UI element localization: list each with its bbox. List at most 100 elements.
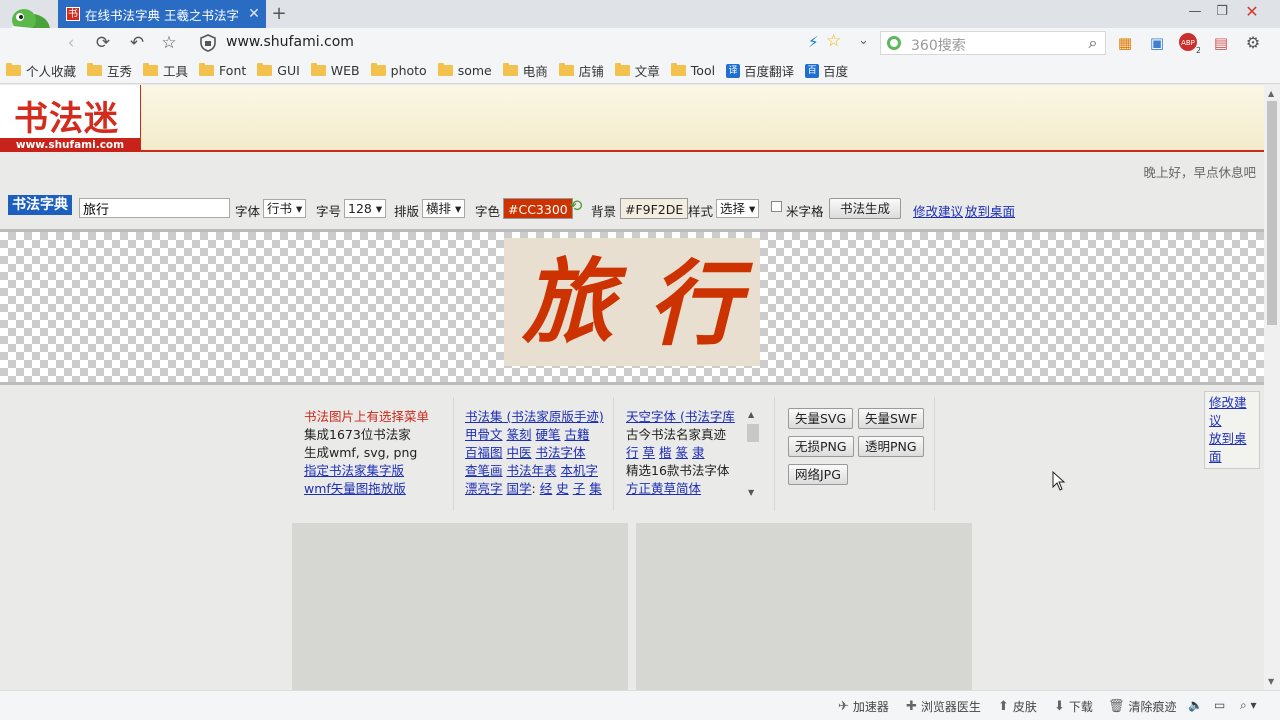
style-select[interactable]: 选择 ▾ <box>716 199 760 218</box>
accelerator-button[interactable]: ✈ 加速器 <box>838 698 889 715</box>
text-input[interactable] <box>79 198 230 218</box>
layout-select[interactable]: 横排 ▾ <box>422 199 466 218</box>
export-button[interactable]: 透明PNG <box>858 436 924 457</box>
info-link[interactable]: 甲骨文 <box>465 427 503 442</box>
skin-icon: ⬆ <box>998 699 1009 714</box>
adblock-icon[interactable]: ABP 2 <box>1178 32 1201 55</box>
page-scrollbar[interactable]: ▲ ▼ <box>1264 85 1280 690</box>
info-link[interactable]: 方正黄草简体 <box>626 481 701 496</box>
bookmark-item[interactable]: 文章 <box>614 61 660 80</box>
info-link[interactable]: 国学 <box>507 481 532 496</box>
suggest-link[interactable]: 修改建议 <box>913 201 963 220</box>
window-icon[interactable]: ▭ <box>1214 698 1225 712</box>
info-link[interactable]: 子 <box>573 481 586 496</box>
info-link[interactable]: 书法集 (书法家原版手迹) <box>465 409 604 424</box>
background-color-input[interactable]: #F9F2DE <box>620 198 689 219</box>
export-button[interactable]: 矢量SWF <box>858 408 925 429</box>
bookmark-item[interactable]: 互秀 <box>87 61 132 80</box>
search-box[interactable]: 360搜索 <box>880 31 1106 55</box>
bookmark-item[interactable]: 译百度翻译 <box>726 61 794 80</box>
minimize-button[interactable]: — <box>1183 2 1207 22</box>
info-link[interactable]: 史 <box>556 481 569 496</box>
settings-gear-icon[interactable]: ⚙ <box>1242 32 1264 54</box>
info-link[interactable]: 硬笔 <box>536 427 561 442</box>
info-link[interactable]: 天空字体 (书法字库 <box>626 409 735 424</box>
bookmark-item[interactable]: Font <box>199 63 246 78</box>
search-icon[interactable]: ⌕ <box>1082 32 1104 54</box>
page-scroll-thumb[interactable] <box>1267 101 1277 325</box>
scroll-thumb[interactable] <box>747 424 759 442</box>
restore-button[interactable]: ❐ <box>1210 2 1234 22</box>
browser-doctor-button[interactable]: ✚ 浏览器医生 <box>906 698 981 715</box>
ad-placeholder-right <box>636 523 972 690</box>
ink-color-input[interactable]: #CC3300 <box>503 198 573 219</box>
refresh-icon[interactable]: ⟳ <box>92 32 114 54</box>
grid-checkbox[interactable] <box>771 201 782 212</box>
info-link[interactable]: 楷 <box>659 445 672 460</box>
lightning-icon[interactable]: ⚡ <box>808 33 819 51</box>
export-button[interactable]: 网络JPG <box>788 464 848 485</box>
bookmark-item[interactable]: Tool <box>670 63 715 78</box>
info-line[interactable]: 指定书法家集字版 <box>304 462 454 480</box>
info-link[interactable]: 篆刻 <box>507 427 532 442</box>
info-link[interactable]: 查笔画 <box>465 463 503 478</box>
extension-icon[interactable]: ▤ <box>1210 32 1232 54</box>
export-button[interactable]: 无损PNG <box>788 436 854 457</box>
info-link[interactable]: 集 <box>589 481 602 496</box>
info-link[interactable]: 百福图 <box>465 445 503 460</box>
star-bookmark-icon[interactable]: ☆ <box>826 31 841 51</box>
info-line[interactable]: wmf矢量图拖放版 <box>304 480 454 498</box>
font-select[interactable]: 行书 ▾ <box>263 199 307 218</box>
bookmark-item[interactable]: 百百度 <box>805 61 848 80</box>
info-link[interactable]: 篆 <box>676 445 689 460</box>
info-link[interactable]: 隶 <box>692 445 705 460</box>
info-link[interactable]: 本机字 <box>561 463 599 478</box>
site-logo[interactable]: 书法迷 www.shufami.com <box>0 85 141 152</box>
float-desktop-link[interactable]: 放到桌面 <box>1209 430 1255 466</box>
size-select[interactable]: 128 ▾ <box>344 199 387 218</box>
skin-button[interactable]: ⬆ 皮肤 <box>998 698 1037 715</box>
address-bar[interactable]: www.shufami.com ⚡ ☆ ⌄ <box>194 31 878 55</box>
info-link[interactable]: 书法字体 <box>536 445 586 460</box>
bookmark-item[interactable]: 电商 <box>502 61 548 80</box>
bookmark-item[interactable]: photo <box>370 63 427 78</box>
scroll-up-icon[interactable]: ▲ <box>1268 89 1274 98</box>
new-tab-button[interactable]: + <box>270 4 288 24</box>
back-icon[interactable]: ‹ <box>60 32 82 54</box>
generate-button[interactable]: 书法生成 <box>829 198 902 219</box>
download-button[interactable]: ⬇ 下载 <box>1054 698 1093 715</box>
bookmark-item[interactable]: WEB <box>310 63 360 78</box>
list-scrollbar[interactable]: ▲ ▼ <box>746 408 760 500</box>
info-link[interactable]: 草 <box>643 445 656 460</box>
undo-icon[interactable]: ↶ <box>126 32 148 54</box>
volume-icon[interactable]: 🔈 <box>1188 698 1203 712</box>
favorite-star-icon[interactable]: ☆ <box>158 32 180 54</box>
export-button[interactable]: 矢量SVG <box>788 408 854 429</box>
info-link[interactable]: 经 <box>540 481 553 496</box>
tab-active[interactable]: 书 在线书法字典 王羲之书法字 ✕ <box>58 0 266 28</box>
apps-grid-icon[interactable]: ▦ <box>1114 32 1136 54</box>
swap-colors-icon[interactable]: ⟲ <box>569 196 582 215</box>
tab-close-icon[interactable]: ✕ <box>246 6 262 22</box>
info-link[interactable]: 中医 <box>507 445 532 460</box>
bookmark-item[interactable]: GUI <box>257 63 300 78</box>
info-link[interactable]: 书法年表 <box>507 463 557 478</box>
bookmark-item[interactable]: some <box>437 63 492 78</box>
scroll-down-icon[interactable]: ▼ <box>1268 677 1274 686</box>
calligraphy-artwork[interactable]: 旅 行 <box>504 238 760 366</box>
scroll-up-icon[interactable]: ▲ <box>748 410 754 419</box>
clear-traces-button[interactable]: 🗑 清除痕迹 <box>1108 698 1177 715</box>
bookmark-item[interactable]: 个人收藏 <box>6 61 76 80</box>
desktop-link[interactable]: 放到桌面 <box>965 201 1015 220</box>
screenshot-icon[interactable]: ▣ <box>1146 32 1168 54</box>
info-link[interactable]: 漂亮字 <box>465 481 503 496</box>
bookmark-item[interactable]: 工具 <box>143 61 188 80</box>
zoom-icon[interactable]: ⌕ ▾ <box>1240 698 1257 713</box>
scroll-down-icon[interactable]: ▼ <box>748 488 754 497</box>
close-window-button[interactable]: ✕ <box>1240 2 1264 22</box>
info-link[interactable]: 行 <box>626 445 639 460</box>
float-suggest-link[interactable]: 修改建议 <box>1209 394 1255 430</box>
bookmark-item[interactable]: 店铺 <box>558 61 604 80</box>
chevron-down-icon[interactable]: ⌄ <box>858 33 869 48</box>
info-link[interactable]: 古籍 <box>565 427 590 442</box>
